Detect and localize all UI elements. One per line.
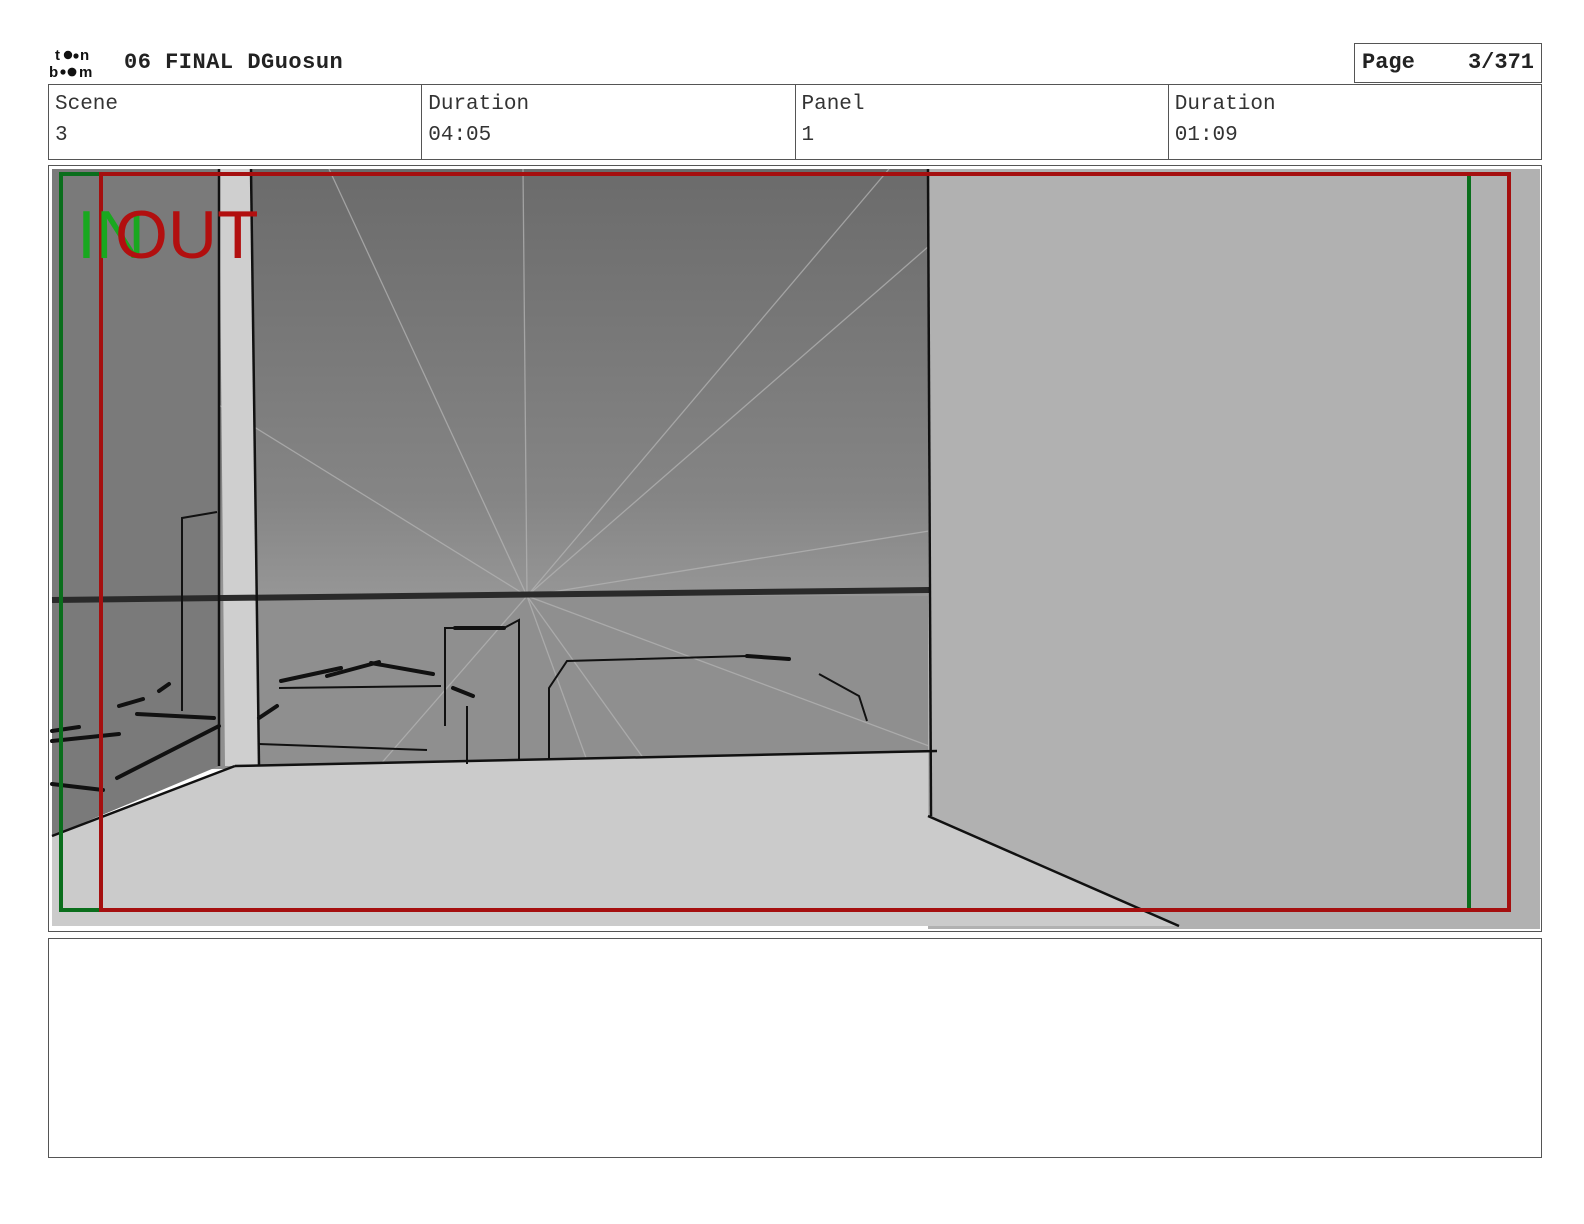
right-wall bbox=[928, 169, 1540, 929]
scene-cell: Scene 3 bbox=[49, 85, 423, 159]
scene-label: Scene bbox=[55, 93, 119, 116]
page-indicator: Page 3/371 bbox=[1354, 43, 1542, 83]
storyboard-panel: IN OUT bbox=[48, 165, 1542, 932]
panel-cell: Panel 1 bbox=[796, 85, 1169, 159]
scene-duration-label: Duration bbox=[428, 93, 530, 116]
panel-duration-cell: Duration 01:09 bbox=[1169, 85, 1541, 159]
panel-duration-label: Duration bbox=[1174, 93, 1276, 116]
scene-number: 3 bbox=[55, 124, 68, 147]
svg-text:m: m bbox=[79, 64, 92, 79]
out-marker: OUT bbox=[115, 197, 259, 273]
scene-duration-value: 04:05 bbox=[428, 124, 492, 147]
page-label: Page bbox=[1362, 50, 1415, 75]
scene-duration-cell: Duration 04:05 bbox=[422, 85, 796, 159]
scene-info-row: Scene 3 Duration 04:05 Panel 1 Duration … bbox=[48, 84, 1542, 160]
document-title: 06 FINAL DGuosun bbox=[124, 50, 344, 75]
panel-label: Panel bbox=[801, 93, 865, 116]
toon-boom-logo: t n b m bbox=[49, 47, 92, 79]
panel-drawing: IN OUT bbox=[50, 168, 1540, 929]
panel-duration-value: 01:09 bbox=[1174, 124, 1238, 147]
panel-notes-box bbox=[48, 938, 1542, 1158]
svg-text:t: t bbox=[55, 47, 60, 64]
panel-number: 1 bbox=[801, 124, 815, 147]
page-number: 3/371 bbox=[1467, 50, 1534, 75]
svg-text:n: n bbox=[80, 47, 89, 64]
svg-text:b: b bbox=[49, 64, 58, 79]
